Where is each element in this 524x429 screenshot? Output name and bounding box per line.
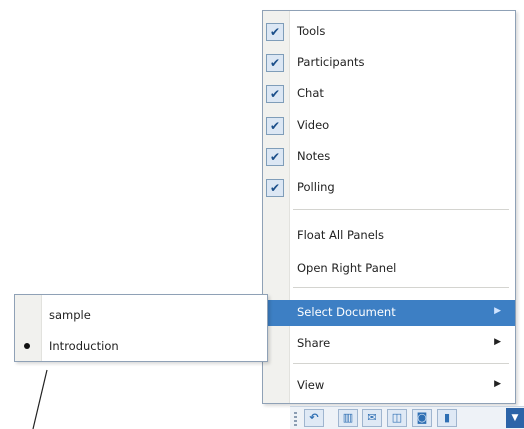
check-icon: ✔ bbox=[266, 23, 284, 41]
participants-icon[interactable]: ▥ bbox=[338, 409, 358, 427]
menu-item-float-all-panels[interactable]: Float All Panels bbox=[263, 223, 515, 249]
menu-item-view[interactable]: View ▶ bbox=[263, 373, 515, 399]
menu-item-label: Notes bbox=[297, 149, 331, 163]
submenu-item-sample[interactable]: sample bbox=[15, 303, 267, 327]
menu-item-label: View bbox=[297, 378, 325, 392]
menu-item-tools[interactable]: ✔ Tools bbox=[263, 19, 515, 45]
menu-separator bbox=[293, 287, 509, 288]
menu-item-label: Select Document bbox=[297, 305, 396, 319]
check-icon: ✔ bbox=[266, 85, 284, 103]
menu-item-label: Tools bbox=[297, 24, 326, 38]
document-submenu: sample Introduction bbox=[14, 294, 268, 362]
submenu-arrow-icon: ▶ bbox=[494, 306, 501, 316]
menu-item-label: Open Right Panel bbox=[297, 261, 397, 275]
stage: ✔ Tools ✔ Participants ✔ Chat ✔ Video ✔ … bbox=[0, 0, 524, 429]
submenu-arrow-icon: ▶ bbox=[494, 337, 501, 347]
menu-separator bbox=[293, 209, 509, 210]
menu-item-label: Float All Panels bbox=[297, 228, 384, 242]
comment-icon[interactable]: ◫ bbox=[387, 409, 407, 427]
check-icon: ✔ bbox=[266, 117, 284, 135]
bottom-toolbar: ↶ ▥ ✉ ◫ ◙ ▮ ▼ bbox=[290, 406, 524, 429]
undo-icon[interactable]: ↶ bbox=[304, 409, 324, 427]
submenu-item-label: Introduction bbox=[49, 339, 119, 353]
submenu-arrow-icon: ▶ bbox=[494, 379, 501, 389]
menu-item-open-right-panel[interactable]: Open Right Panel bbox=[263, 256, 515, 282]
menu-item-label: Video bbox=[297, 118, 330, 132]
menu-item-notes[interactable]: ✔ Notes bbox=[263, 144, 515, 170]
notes-icon[interactable]: ◙ bbox=[412, 409, 432, 427]
menu-item-polling[interactable]: ✔ Polling bbox=[263, 175, 515, 201]
context-menu: ✔ Tools ✔ Participants ✔ Chat ✔ Video ✔ … bbox=[262, 10, 516, 404]
toolbar-grip-handle[interactable] bbox=[294, 412, 297, 426]
submenu-item-label: sample bbox=[49, 308, 91, 322]
submenu-item-introduction[interactable]: Introduction bbox=[15, 334, 267, 358]
menu-item-video[interactable]: ✔ Video bbox=[263, 113, 515, 139]
menu-separator bbox=[293, 363, 509, 364]
menu-item-participants[interactable]: ✔ Participants bbox=[263, 50, 515, 76]
polling-icon[interactable]: ▮ bbox=[437, 409, 457, 427]
menu-item-label: Participants bbox=[297, 55, 365, 69]
menu-item-label: Chat bbox=[297, 86, 324, 100]
check-icon: ✔ bbox=[266, 148, 284, 166]
menu-item-select-document[interactable]: Select Document ▶ bbox=[263, 300, 515, 326]
chat-icon[interactable]: ✉ bbox=[362, 409, 382, 427]
menu-item-chat[interactable]: ✔ Chat bbox=[263, 81, 515, 107]
toolbar-dropdown-icon[interactable]: ▼ bbox=[506, 408, 524, 428]
menu-item-share[interactable]: Share ▶ bbox=[263, 331, 515, 357]
menu-item-label: Polling bbox=[297, 180, 335, 194]
check-icon: ✔ bbox=[266, 54, 284, 72]
selected-bullet-icon bbox=[24, 343, 30, 349]
menu-item-label: Share bbox=[297, 336, 331, 350]
check-icon: ✔ bbox=[266, 179, 284, 197]
